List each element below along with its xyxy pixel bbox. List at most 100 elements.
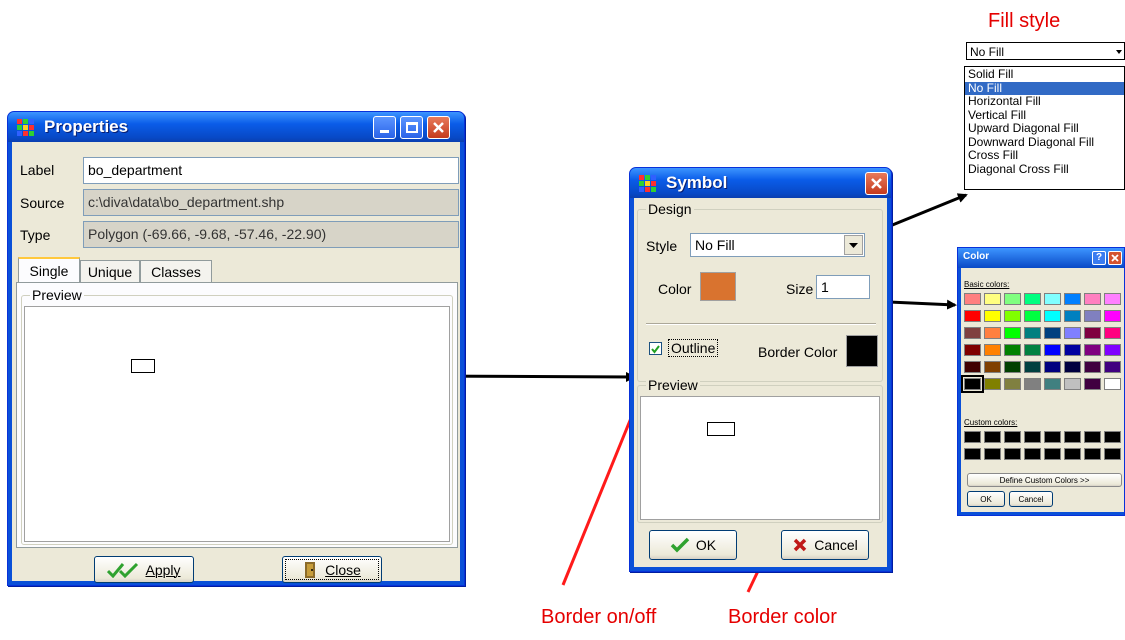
list-item[interactable]: Upward Diagonal Fill — [965, 121, 1124, 136]
color-swatch[interactable] — [1044, 293, 1061, 305]
color-swatch[interactable] — [1044, 310, 1061, 322]
color-ok-button[interactable]: OK — [967, 491, 1005, 507]
color-swatch[interactable] — [964, 310, 981, 322]
color-swatch[interactable] — [1024, 361, 1041, 373]
color-swatch[interactable] — [1004, 310, 1021, 322]
properties-title-bar[interactable]: Properties — [8, 112, 464, 142]
fill-color-swatch[interactable] — [700, 272, 736, 301]
color-swatch[interactable] — [1084, 361, 1101, 373]
list-item[interactable]: Downward Diagonal Fill — [965, 135, 1124, 150]
label-field[interactable]: bo_department — [83, 157, 459, 184]
close-window-button[interactable] — [427, 116, 450, 139]
custom-color-swatch[interactable] — [1044, 448, 1061, 460]
custom-color-swatch[interactable] — [1064, 431, 1081, 443]
custom-color-swatch[interactable] — [1104, 448, 1121, 460]
color-swatch[interactable] — [1104, 293, 1121, 305]
custom-color-swatch[interactable] — [984, 431, 1001, 443]
custom-color-swatch[interactable] — [1064, 448, 1081, 460]
define-custom-colors-button[interactable]: Define Custom Colors >> — [967, 473, 1122, 487]
color-cancel-button[interactable]: Cancel — [1009, 491, 1053, 507]
outline-checkbox[interactable] — [649, 342, 662, 355]
color-swatch[interactable] — [964, 327, 981, 339]
color-swatch[interactable] — [1084, 344, 1101, 356]
size-field[interactable]: 1 — [816, 275, 870, 299]
close-button[interactable]: Close — [282, 556, 382, 583]
color-swatch[interactable] — [964, 344, 981, 356]
color-swatch[interactable] — [984, 344, 1001, 356]
color-swatch[interactable] — [1084, 310, 1101, 322]
custom-color-swatch[interactable] — [964, 448, 981, 460]
custom-color-swatch[interactable] — [964, 431, 981, 443]
cancel-button[interactable]: Cancel — [781, 530, 869, 560]
ok-button[interactable]: OK — [649, 530, 737, 560]
color-swatch[interactable] — [1004, 293, 1021, 305]
color-swatch[interactable] — [1024, 327, 1041, 339]
color-swatch[interactable] — [1084, 327, 1101, 339]
apply-button[interactable]: Apply — [94, 556, 194, 583]
color-swatch[interactable] — [1024, 344, 1041, 356]
list-item[interactable]: Cross Fill — [965, 148, 1124, 163]
custom-color-swatch[interactable] — [1004, 431, 1021, 443]
color-swatch[interactable] — [1004, 327, 1021, 339]
color-swatch[interactable] — [1104, 327, 1121, 339]
minimize-button[interactable] — [373, 116, 396, 139]
color-swatch[interactable] — [1104, 310, 1121, 322]
color-swatch[interactable] — [961, 375, 984, 393]
custom-color-swatch[interactable] — [1024, 431, 1041, 443]
custom-color-swatch[interactable] — [1044, 431, 1061, 443]
color-swatch[interactable] — [1104, 378, 1121, 390]
color-swatch[interactable] — [1044, 378, 1061, 390]
color-swatch[interactable] — [964, 361, 981, 373]
custom-color-swatch[interactable] — [1024, 448, 1041, 460]
tab-unique[interactable]: Unique — [80, 260, 140, 283]
style-select[interactable]: No Fill — [690, 233, 865, 257]
list-item[interactable]: Vertical Fill — [965, 108, 1124, 123]
outline-label[interactable]: Outline — [668, 339, 719, 357]
custom-color-swatch[interactable] — [984, 448, 1001, 460]
color-swatch[interactable] — [1104, 361, 1121, 373]
color-swatch[interactable] — [984, 378, 1001, 390]
color-swatch[interactable] — [1024, 293, 1041, 305]
custom-color-swatch[interactable] — [1104, 431, 1121, 443]
color-swatch[interactable] — [984, 361, 1001, 373]
color-swatch[interactable] — [1044, 344, 1061, 356]
color-swatch[interactable] — [1064, 378, 1081, 390]
list-item[interactable]: Horizontal Fill — [965, 94, 1124, 109]
color-swatch[interactable] — [984, 293, 1001, 305]
fill-style-combo[interactable]: No Fill — [966, 42, 1125, 60]
color-title-bar[interactable]: Color ? — [958, 248, 1124, 268]
tab-classes[interactable]: Classes — [140, 260, 212, 283]
color-swatch[interactable] — [984, 310, 1001, 322]
color-swatch[interactable] — [1004, 361, 1021, 373]
symbol-title-bar[interactable]: Symbol — [630, 168, 891, 198]
close-window-button[interactable] — [1108, 251, 1122, 265]
help-button[interactable]: ? — [1092, 251, 1106, 265]
color-swatch[interactable] — [1064, 344, 1081, 356]
color-swatch[interactable] — [1084, 378, 1101, 390]
custom-color-swatch[interactable] — [1084, 448, 1101, 460]
color-swatch[interactable] — [984, 327, 1001, 339]
list-item[interactable]: Diagonal Cross Fill — [965, 162, 1124, 177]
color-swatch[interactable] — [1064, 310, 1081, 322]
color-swatch[interactable] — [1004, 344, 1021, 356]
color-swatch[interactable] — [1044, 361, 1061, 373]
custom-color-swatch[interactable] — [1004, 448, 1021, 460]
tab-single[interactable]: Single — [18, 257, 80, 283]
custom-color-swatch[interactable] — [1084, 431, 1101, 443]
border-color-swatch[interactable] — [846, 335, 878, 367]
color-swatch[interactable] — [1104, 344, 1121, 356]
color-swatch[interactable] — [964, 293, 981, 305]
style-dropdown-button[interactable] — [844, 235, 863, 255]
color-swatch[interactable] — [1084, 293, 1101, 305]
list-item[interactable]: Solid Fill — [965, 67, 1124, 82]
color-swatch[interactable] — [1064, 361, 1081, 373]
color-swatch[interactable] — [1064, 293, 1081, 305]
color-swatch[interactable] — [1024, 378, 1041, 390]
list-item[interactable]: No Fill — [965, 81, 1124, 95]
maximize-button[interactable] — [400, 116, 423, 139]
color-swatch[interactable] — [1064, 327, 1081, 339]
color-swatch[interactable] — [1004, 378, 1021, 390]
color-swatch[interactable] — [1044, 327, 1061, 339]
color-swatch[interactable] — [1024, 310, 1041, 322]
close-window-button[interactable] — [865, 172, 888, 195]
